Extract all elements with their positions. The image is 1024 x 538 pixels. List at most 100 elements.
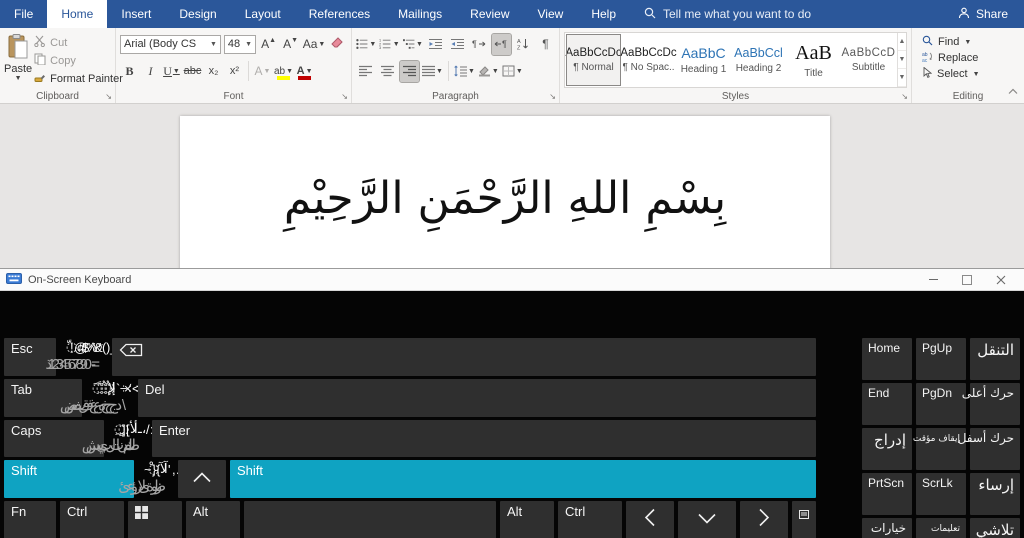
windows-key[interactable] <box>128 501 182 538</box>
bullets-button[interactable]: ▼ <box>356 34 376 55</box>
font-name-combobox[interactable]: Arial (Body CS ▼ <box>120 35 221 54</box>
shrink-font-button[interactable]: A▼ <box>281 34 300 55</box>
share-button[interactable]: Share <box>942 0 1024 28</box>
find-button[interactable]: Find ▼ <box>922 35 1020 49</box>
left-arrow-key[interactable] <box>626 501 674 538</box>
font-size-combobox[interactable]: 48 ▼ <box>224 35 256 54</box>
tab-view[interactable]: View <box>524 0 578 28</box>
key-حرك-أعلى[interactable]: حرك أعلى <box>970 383 1020 425</box>
key-alt[interactable]: Alt <box>500 501 554 538</box>
tab-home[interactable]: Home <box>47 0 107 28</box>
key-تلاشي[interactable]: تلاشي <box>970 518 1020 538</box>
backspace-key[interactable] <box>112 338 816 376</box>
bold-button[interactable]: B <box>120 61 139 82</box>
paste-dropdown-caret[interactable]: ▼ <box>15 75 22 82</box>
style-heading-1[interactable]: AaBbCHeading 1 <box>677 35 730 85</box>
decrease-indent-button[interactable] <box>426 34 445 55</box>
format-painter-button[interactable]: Format Painter <box>34 71 123 86</box>
key-fn[interactable]: Fn <box>4 501 56 538</box>
document-text[interactable]: بِسْمِ اللهِ الرَّحْمَنِ الرَّحِيْمِ <box>180 162 830 237</box>
key-shift[interactable]: Shift <box>4 460 134 498</box>
style-normal[interactable]: AaBbCcDc¶ Normal <box>567 35 620 85</box>
key-ctrl[interactable]: Ctrl <box>558 501 622 538</box>
justify-button[interactable]: ▼ <box>422 61 443 82</box>
osk-titlebar[interactable]: On-Screen Keyboard <box>0 269 1024 291</box>
ltr-text-direction-button[interactable]: ¶ <box>470 34 489 55</box>
change-case-button[interactable]: Aa▼ <box>303 34 325 55</box>
key-إدراج[interactable]: إدراج <box>862 428 912 470</box>
paragraph-dialog-launcher[interactable]: ↘ <box>549 93 556 101</box>
borders-button[interactable]: ▼ <box>502 61 523 82</box>
key-scrlk[interactable]: ScrLk <box>916 473 966 515</box>
style-title[interactable]: AaBTitle <box>787 35 840 85</box>
key-إرساء[interactable]: إرساء <box>970 473 1020 515</box>
clear-formatting-button[interactable] <box>328 34 347 55</box>
key-shift[interactable]: Shift <box>230 460 816 498</box>
styles-scroll-down-button[interactable]: ▼ <box>898 51 906 69</box>
down-arrow-key[interactable] <box>678 501 736 538</box>
up-arrow-key[interactable] <box>178 460 226 498</box>
italic-button[interactable]: I <box>141 61 160 82</box>
numbering-button[interactable]: 123 ▼ <box>379 34 399 55</box>
tab-help[interactable]: Help <box>577 0 630 28</box>
rtl-text-direction-button[interactable]: ¶ <box>492 34 511 55</box>
style-no-spac[interactable]: AaBbCcDc¶ No Spac... <box>622 35 675 85</box>
style-heading-2[interactable]: AaBbCclHeading 2 <box>732 35 785 85</box>
close-button[interactable] <box>984 270 1018 290</box>
sort-button[interactable]: AZ <box>514 34 533 55</box>
highlight-color-button[interactable]: ab▼ <box>274 61 293 82</box>
show-formatting-marks-button[interactable]: ¶ <box>536 34 555 55</box>
underline-button[interactable]: U▼ <box>162 61 181 82</box>
shading-button[interactable]: ▼ <box>478 61 499 82</box>
style-subtitle[interactable]: AaBbCcDSubtitle <box>842 35 895 85</box>
collapse-ribbon-button[interactable] <box>1008 82 1018 100</box>
font-color-button[interactable]: A▼ <box>295 61 314 82</box>
key-prtscn[interactable]: PrtScn <box>862 473 912 515</box>
minimize-button[interactable] <box>916 270 950 290</box>
tab-file[interactable]: File <box>0 0 47 28</box>
line-spacing-button[interactable]: ▼ <box>454 61 475 82</box>
key-del[interactable]: Del <box>138 379 816 417</box>
key-ctrl[interactable]: Ctrl <box>60 501 124 538</box>
subscript-button[interactable]: x₂ <box>204 61 223 82</box>
maximize-button[interactable] <box>950 270 984 290</box>
document-page[interactable]: بِسْمِ اللهِ الرَّحْمَنِ الرَّحِيْمِ <box>180 116 830 268</box>
styles-more-button[interactable]: ▼ <box>898 69 906 87</box>
key-pgup[interactable]: PgUp <box>916 338 966 380</box>
styles-dialog-launcher[interactable]: ↘ <box>901 93 908 101</box>
replace-button[interactable]: abac Replace <box>922 51 1020 65</box>
right-arrow-key[interactable] <box>740 501 788 538</box>
key-خيارات[interactable]: خيارات <box>862 518 912 538</box>
superscript-button[interactable]: x² <box>225 61 244 82</box>
copy-button[interactable]: Copy <box>34 53 123 68</box>
tab-insert[interactable]: Insert <box>107 0 165 28</box>
key-حرك-أسفل[interactable]: حرك أسفل <box>970 428 1020 470</box>
clipboard-dialog-launcher[interactable]: ↘ <box>105 93 112 101</box>
align-right-button[interactable] <box>400 61 419 82</box>
key-end[interactable]: End <box>862 383 912 425</box>
increase-indent-button[interactable] <box>448 34 467 55</box>
cut-button[interactable]: Cut <box>34 35 123 50</box>
key-alt[interactable]: Alt <box>186 501 240 538</box>
key-home[interactable]: Home <box>862 338 912 380</box>
align-left-button[interactable] <box>356 61 375 82</box>
tab-references[interactable]: References <box>295 0 384 28</box>
strikethrough-button[interactable]: abc <box>183 61 202 82</box>
paste-button[interactable]: Paste ▼ <box>4 32 32 86</box>
font-dialog-launcher[interactable]: ↘ <box>341 93 348 101</box>
multilevel-list-button[interactable]: ▼ <box>403 34 423 55</box>
tab-layout[interactable]: Layout <box>231 0 295 28</box>
key-pgdn[interactable]: PgDn <box>916 383 966 425</box>
menu-key[interactable] <box>792 501 816 538</box>
tab-mailings[interactable]: Mailings <box>384 0 456 28</box>
key-تعليمات[interactable]: تعليمات <box>916 518 966 538</box>
grow-font-button[interactable]: A▲ <box>259 34 278 55</box>
text-effects-button[interactable]: A▼ <box>253 61 272 82</box>
select-button[interactable]: Select ▼ <box>922 67 1020 81</box>
tab-design[interactable]: Design <box>165 0 230 28</box>
tab-review[interactable]: Review <box>456 0 523 28</box>
styles-scroll-up-button[interactable]: ▲ <box>898 33 906 51</box>
tell-me-search[interactable]: Tell me what you want to do <box>644 0 811 28</box>
align-center-button[interactable] <box>378 61 397 82</box>
space-key[interactable] <box>244 501 496 538</box>
